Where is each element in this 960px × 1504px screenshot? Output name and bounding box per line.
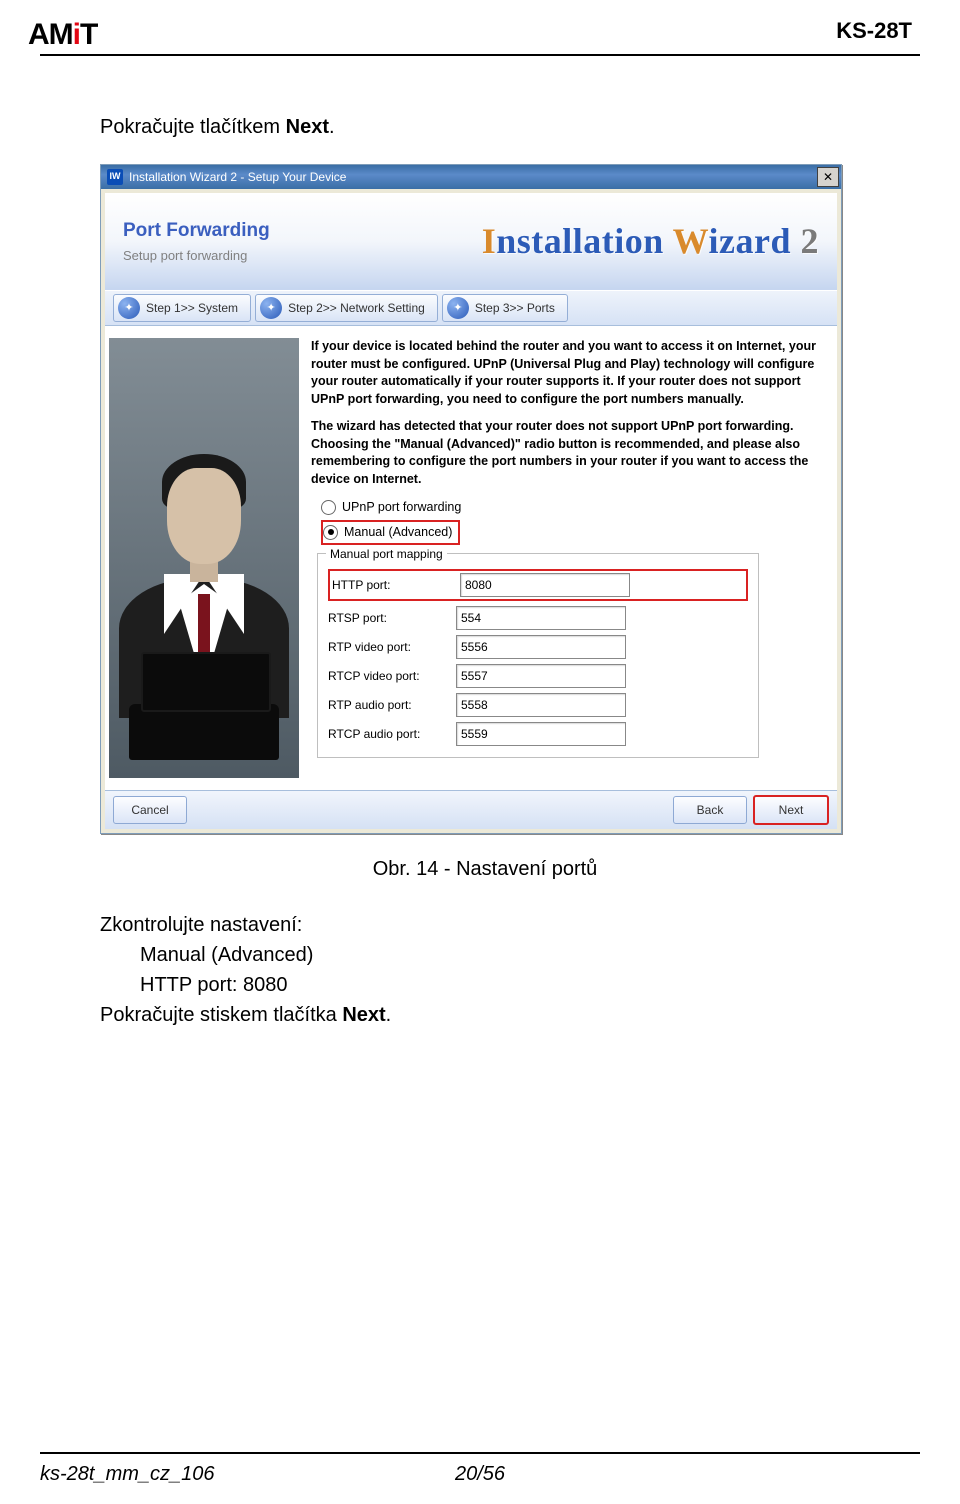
cancel-button[interactable]: Cancel <box>113 796 187 824</box>
banner-subtitle: Setup port forwarding <box>123 246 270 266</box>
close-button[interactable]: ✕ <box>817 167 839 187</box>
info-paragraph-2: The wizard has detected that your router… <box>311 418 823 488</box>
side-image <box>109 338 299 778</box>
rtcp-audio-port-input[interactable] <box>456 722 626 746</box>
figure-caption: Obr. 14 - Nastavení portů <box>100 854 870 884</box>
radio-icon <box>321 500 336 515</box>
radio-upnp[interactable]: UPnP port forwarding <box>321 498 823 517</box>
port-label: HTTP port: <box>332 576 460 594</box>
intro-bold: Next <box>286 116 329 138</box>
port-label: RTP audio port: <box>328 696 456 714</box>
step-icon: ✦ <box>260 297 282 319</box>
rtsp-port-input[interactable] <box>456 606 626 630</box>
product-name: Installation Wizard 2 <box>482 214 819 268</box>
step-label: Step 1>> System <box>146 299 238 317</box>
port-label: RTCP audio port: <box>328 725 456 743</box>
rtsp-port-row: RTSP port: <box>328 606 748 630</box>
radio-label: UPnP port forwarding <box>342 498 461 517</box>
wizard-footer: Cancel Back Next <box>105 790 837 829</box>
doc-id: KS-28T <box>836 18 912 44</box>
banner-title: Port Forwarding <box>123 217 270 246</box>
footer-page-number: 20/56 <box>455 1463 505 1486</box>
logo: AMiT <box>28 18 97 52</box>
check-line-4: Pokračujte stiskem tlačítka Next. <box>100 1000 870 1030</box>
rtp-audio-port-row: RTP audio port: <box>328 693 748 717</box>
radio-icon <box>323 525 338 540</box>
footer-filename: ks-28t_mm_cz_106 <box>40 1463 215 1486</box>
intro-text: Pokračujte tlačítkem <box>100 116 286 138</box>
info-paragraph-1: If your device is located behind the rou… <box>311 338 823 408</box>
step-1-button[interactable]: ✦ Step 1>> System <box>113 294 251 322</box>
window-titlebar: IW Installation Wizard 2 - Setup Your De… <box>101 165 841 189</box>
rtp-video-port-input[interactable] <box>456 635 626 659</box>
rtp-audio-port-input[interactable] <box>456 693 626 717</box>
step-label: Step 3>> Ports <box>475 299 555 317</box>
step-3-button[interactable]: ✦ Step 3>> Ports <box>442 294 568 322</box>
radio-label: Manual (Advanced) <box>344 523 452 542</box>
intro-paragraph: Pokračujte tlačítkem Next. <box>100 112 870 142</box>
wizard-steps: ✦ Step 1>> System ✦ Step 2>> Network Set… <box>105 290 837 326</box>
rtp-video-port-row: RTP video port: <box>328 635 748 659</box>
http-port-row: HTTP port: <box>328 569 748 601</box>
check-line-3: HTTP port: 8080 <box>140 970 870 1000</box>
wizard-banner: Port Forwarding Setup port forwarding In… <box>105 193 837 290</box>
manual-port-mapping-group: Manual port mapping HTTP port: RTSP port… <box>317 553 759 758</box>
next-button[interactable]: Next <box>753 795 829 825</box>
step-icon: ✦ <box>447 297 469 319</box>
app-icon: IW <box>107 169 123 185</box>
check-line-1: Zkontrolujte nastavení: <box>100 910 870 940</box>
back-button[interactable]: Back <box>673 796 747 824</box>
window-title: Installation Wizard 2 - Setup Your Devic… <box>129 168 346 186</box>
check-line-2: Manual (Advanced) <box>140 940 870 970</box>
wizard-window: IW Installation Wizard 2 - Setup Your De… <box>100 164 842 834</box>
port-label: RTSP port: <box>328 609 456 627</box>
port-label: RTCP video port: <box>328 667 456 685</box>
fieldset-legend: Manual port mapping <box>326 545 447 563</box>
rtcp-video-port-row: RTCP video port: <box>328 664 748 688</box>
step-icon: ✦ <box>118 297 140 319</box>
http-port-input[interactable] <box>460 573 630 597</box>
step-label: Step 2>> Network Setting <box>288 299 425 317</box>
intro-end: . <box>329 116 335 138</box>
step-2-button[interactable]: ✦ Step 2>> Network Setting <box>255 294 438 322</box>
rtcp-audio-port-row: RTCP audio port: <box>328 722 748 746</box>
radio-manual[interactable]: Manual (Advanced) <box>321 520 823 545</box>
port-label: RTP video port: <box>328 638 456 656</box>
rtcp-video-port-input[interactable] <box>456 664 626 688</box>
footer-divider <box>40 1452 920 1454</box>
